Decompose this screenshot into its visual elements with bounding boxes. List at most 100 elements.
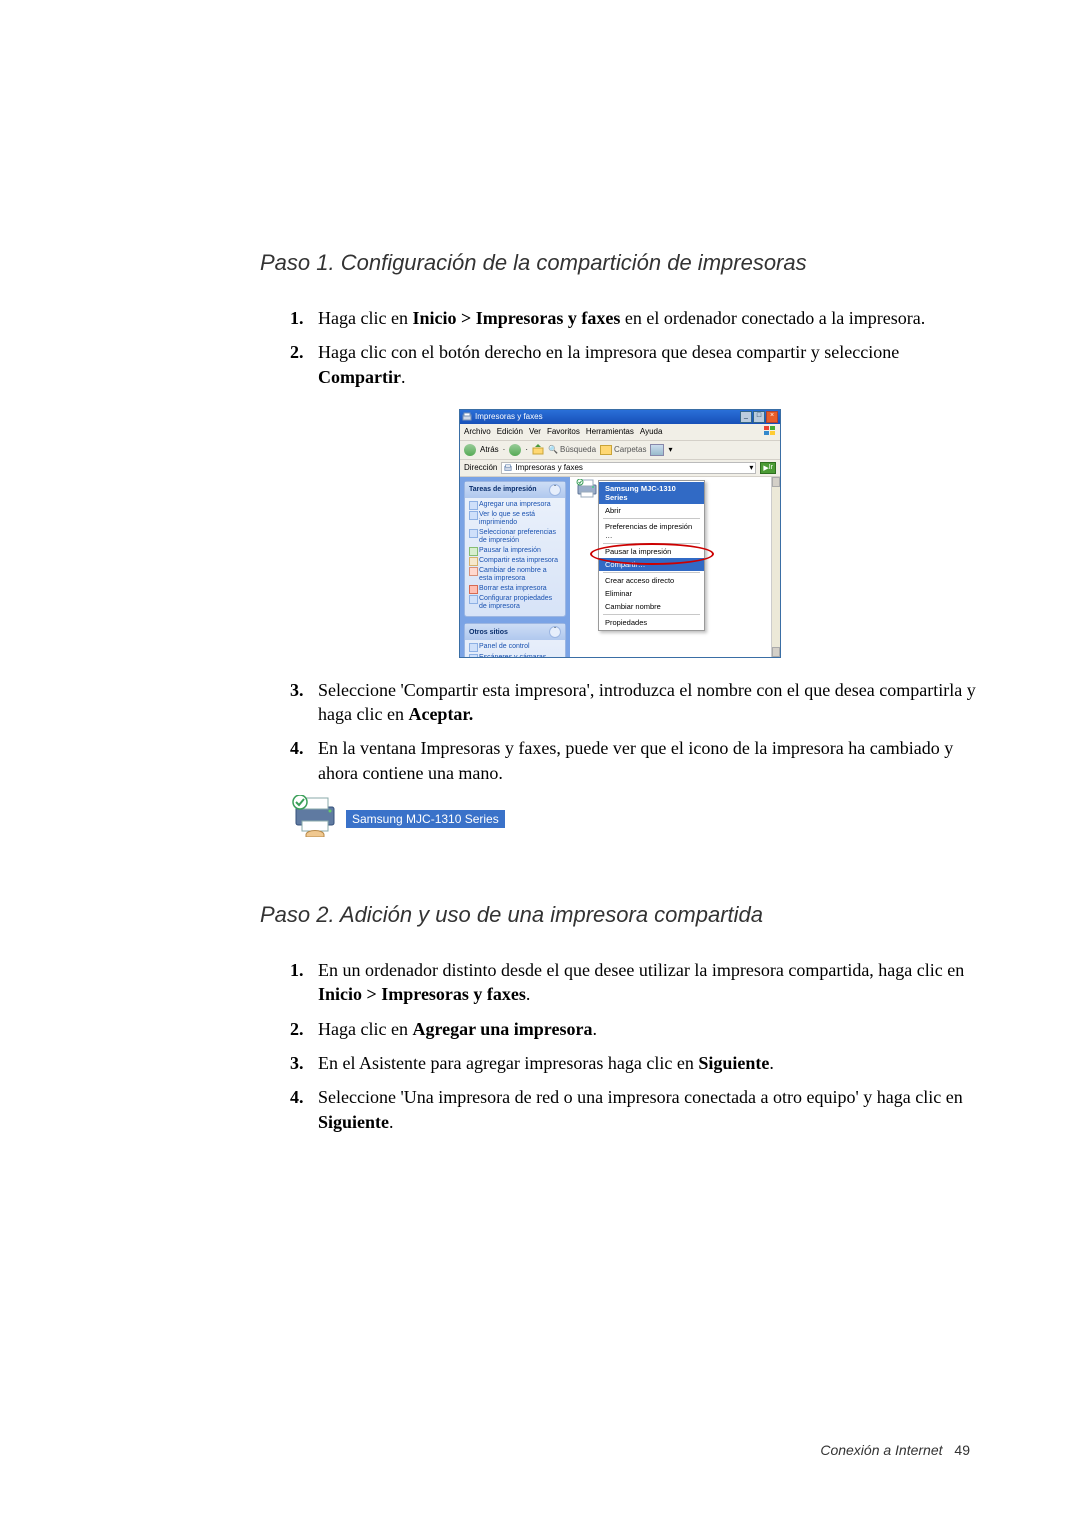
task-link[interactable]: Configurar propiedades de impresora [469, 594, 561, 612]
xp-right-pane: Samsung MJC-1310 Series Abrir Preferenci… [570, 477, 780, 657]
back-label: Atrás [480, 445, 499, 454]
search-button[interactable]: Búsqueda [548, 445, 596, 454]
scrollbar[interactable] [771, 477, 780, 657]
text: En la ventana Impresoras y faxes, puede … [318, 738, 953, 782]
collapse-icon[interactable]: ˆ [549, 626, 561, 638]
text: Haga clic con el botón derecho en la imp… [318, 342, 899, 362]
text: en el ordenador conectado a la impresora… [620, 308, 925, 328]
shared-printer-illustration: Samsung MJC-1310 Series [290, 795, 980, 842]
other-places-panel: Otros sitios ˆ Panel de control Escáneres… [464, 623, 566, 656]
menu-item[interactable]: Favoritos [547, 427, 580, 436]
text: Haga clic en [318, 308, 412, 328]
text: En el Asistente para agregar impresoras … [318, 1053, 698, 1073]
text: . [592, 1019, 597, 1039]
menu-item[interactable]: Edición [497, 427, 523, 436]
bold: Inicio > Impresoras y faxes [412, 308, 620, 328]
bold: Compartir [318, 367, 401, 387]
task-link[interactable]: Agregar una impresora [469, 500, 561, 510]
task-link[interactable]: Borrar esta impresora [469, 584, 561, 594]
back-icon[interactable] [464, 444, 476, 456]
context-menu: Samsung MJC-1310 Series Abrir Preferenci… [598, 480, 705, 631]
up-icon[interactable] [532, 443, 544, 457]
xp-menubar: Archivo Edición Ver Favoritos Herramient… [460, 424, 780, 441]
printers-faxes-icon [504, 464, 512, 472]
ctx-delete[interactable]: Eliminar [599, 587, 704, 600]
dropdown-icon[interactable]: ▾ [749, 463, 753, 472]
text: . [526, 984, 531, 1004]
ctx-prefs[interactable]: Preferencias de impresión … [599, 520, 704, 542]
xp-window-illustration: Impresoras y faxes _ □ × Archivo Edición… [459, 409, 781, 658]
collapse-icon[interactable]: ˆ [549, 484, 561, 496]
windows-flag-icon [764, 426, 776, 438]
text: En un ordenador distinto desde el que de… [318, 960, 964, 980]
bold: Inicio > Impresoras y faxes [318, 984, 526, 1004]
ctx-props[interactable]: Propiedades [599, 616, 704, 629]
ctx-header: Samsung MJC-1310 Series [599, 482, 704, 504]
place-link[interactable]: Escáneres y cámaras [469, 653, 561, 657]
step2-item-4: Seleccione 'Una impresora de red o una i… [290, 1085, 980, 1134]
panel-title: Tareas de impresión [469, 486, 537, 493]
scroll-up-icon[interactable] [772, 477, 780, 487]
menu-item[interactable]: Ver [529, 427, 541, 436]
printer-icon[interactable] [576, 479, 598, 501]
address-label: Dirección [464, 463, 497, 472]
bold: Aceptar. [408, 704, 473, 724]
step1-item-3: Seleccione 'Compartir esta impresora', i… [290, 678, 980, 727]
xp-left-pane: Tareas de impresión ˆ Agregar una impreso… [460, 477, 570, 657]
menu-item[interactable]: Archivo [464, 427, 491, 436]
scroll-down-icon[interactable] [772, 647, 780, 657]
menu-item[interactable]: Herramientas [586, 427, 634, 436]
close-icon[interactable]: × [766, 411, 778, 423]
footer-page-number: 49 [954, 1442, 970, 1458]
footer-section: Conexión a Internet [820, 1442, 942, 1458]
task-link[interactable]: Compartir esta impresora [469, 556, 561, 566]
page-footer: Conexión a Internet 49 [820, 1442, 970, 1458]
xp-addressbar: Dirección Impresoras y faxes ▾ ▶ Ir [460, 460, 780, 477]
xp-toolbar: Atrás · · Búsqueda Carpetas ▾ [460, 441, 780, 460]
printers-faxes-icon [462, 412, 472, 422]
step2-item-1: En un ordenador distinto desde el que de… [290, 958, 980, 1007]
step1-list: Haga clic en Inicio > Impresoras y faxes… [290, 306, 980, 389]
ctx-open[interactable]: Abrir [599, 504, 704, 517]
shared-printer-icon [290, 795, 340, 842]
menu-item[interactable]: Ayuda [640, 427, 663, 436]
xp-body: Tareas de impresión ˆ Agregar una impreso… [460, 477, 780, 657]
step2-item-3: En el Asistente para agregar impresoras … [290, 1051, 980, 1075]
step1-item-1: Haga clic en Inicio > Impresoras y faxes… [290, 306, 980, 330]
task-link[interactable]: Ver lo que se está imprimiendo [469, 510, 561, 528]
bold: Agregar una impresora [412, 1019, 592, 1039]
go-button[interactable]: ▶ Ir [760, 462, 776, 474]
address-input[interactable]: Impresoras y faxes ▾ [501, 462, 756, 474]
step1-list-cont: Seleccione 'Compartir esta impresora', i… [290, 678, 980, 785]
folder-icon [600, 445, 612, 455]
panel-title: Otros sitios [469, 629, 508, 636]
text: . [389, 1112, 394, 1132]
step2-item-2: Haga clic en Agregar una impresora. [290, 1017, 980, 1041]
shared-printer-label: Samsung MJC-1310 Series [346, 810, 505, 828]
content-area: Paso 1. Configuración de la compartición… [260, 250, 980, 1134]
views-icon[interactable] [650, 444, 664, 456]
step2-list: En un ordenador distinto desde el que de… [290, 958, 980, 1134]
ctx-shortcut[interactable]: Crear acceso directo [599, 574, 704, 587]
text: Haga clic en [318, 1019, 412, 1039]
minimize-icon[interactable]: _ [740, 411, 752, 423]
maximize-icon[interactable]: □ [753, 411, 765, 423]
task-link[interactable]: Pausar la impresión [469, 546, 561, 556]
document-page: Paso 1. Configuración de la compartición… [0, 0, 1080, 1528]
xp-title-text: Impresoras y faxes [475, 412, 543, 421]
step1-item-4: En la ventana Impresoras y faxes, puede … [290, 736, 980, 785]
forward-icon[interactable] [509, 444, 521, 456]
task-link[interactable]: Seleccionar preferencias de impresión [469, 528, 561, 546]
folders-button[interactable]: Carpetas [600, 445, 646, 455]
ctx-pause[interactable]: Pausar la impresión [599, 545, 704, 558]
bold: Siguiente [698, 1053, 769, 1073]
task-link[interactable]: Cambiar de nombre a esta impresora [469, 566, 561, 584]
place-link[interactable]: Panel de control [469, 642, 561, 652]
text: Seleccione 'Una impresora de red o una i… [318, 1087, 963, 1107]
xp-titlebar: Impresoras y faxes _ □ × [460, 410, 780, 424]
bold: Siguiente [318, 1112, 389, 1132]
ctx-rename[interactable]: Cambiar nombre [599, 600, 704, 613]
step1-item-2: Haga clic con el botón derecho en la imp… [290, 340, 980, 389]
ctx-share[interactable]: Compartir… [599, 558, 704, 571]
printer-tasks-panel: Tareas de impresión ˆ Agregar una impreso… [464, 481, 566, 618]
